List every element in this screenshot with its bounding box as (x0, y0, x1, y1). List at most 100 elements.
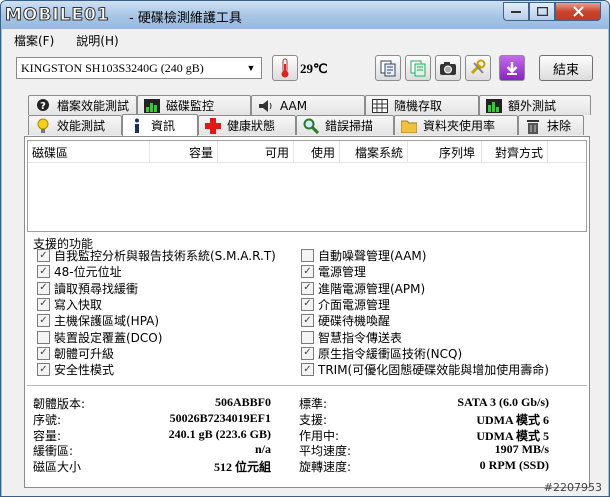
download-button[interactable] (499, 55, 525, 81)
checkmark-icon[interactable]: ✓ (301, 297, 314, 311)
checkmark-icon[interactable]: ✓ (301, 314, 314, 328)
feature-checkbox[interactable]: ✓ 48-位元位址 (37, 263, 122, 280)
checkmark-icon[interactable]: ✓ (301, 363, 314, 377)
report-icon: ? (35, 98, 51, 114)
info-panel: 磁碟區 容量 可用 使用 檔案系統 序列埠 對齊方式 支援的功能 ✓ 自我監控分析… (24, 136, 590, 488)
checkbox-empty-icon[interactable] (37, 330, 50, 344)
feature-checkbox[interactable]: 裝置設定覆蓋(DCO) (37, 329, 162, 346)
tab-extra-tests[interactable]: 額外測試 (479, 95, 591, 115)
close-button[interactable] (555, 2, 601, 21)
info-label: 序號: (33, 412, 62, 427)
column-header-label: 容量 (188, 145, 213, 160)
tab-random-access[interactable]: 隨機存取 (365, 95, 479, 115)
grid-icon (372, 98, 388, 114)
drive-select[interactable]: KINGSTON SH103S3240G (240 gB) ▼ (16, 57, 262, 79)
feature-checkbox[interactable]: ✓ 安全性模式 (37, 361, 114, 378)
column-header-filesystem[interactable]: 檔案系統 (340, 141, 408, 163)
tab-label: 健康狀態 (227, 119, 276, 133)
info-value: 0 RPM (SSD) (479, 458, 549, 473)
column-header-alignment[interactable]: 對齊方式 (482, 141, 548, 163)
temperature-button[interactable] (272, 55, 298, 81)
checkmark-icon[interactable]: ✓ (301, 346, 314, 360)
checkmark-icon[interactable]: ✓ (301, 265, 314, 279)
column-header-label: 檔案系統 (354, 145, 403, 160)
feature-checkbox[interactable]: ✓ 介面電源管理 (301, 296, 390, 313)
checkmark-icon[interactable]: ✓ (37, 297, 50, 311)
feature-checkbox[interactable]: ✓ 韌體可升級 (37, 345, 114, 362)
column-header-port[interactable]: 序列埠 (408, 141, 482, 163)
column-header-volume[interactable]: 磁碟區 (32, 141, 150, 163)
divider (27, 385, 587, 386)
app-window: MOBILE01 - 硬碟檢測維護工具 檔案(F) 說明(H) KINGSTON… (0, 0, 610, 497)
info-label: 韌體版本: (33, 397, 86, 411)
tab-folder-usage[interactable]: 資料夾使用率 (394, 115, 518, 135)
checkmark-icon[interactable]: ✓ (301, 281, 314, 295)
feature-label: 智慧指令傳送表 (318, 330, 403, 345)
feature-checkbox[interactable]: ✓ 進階電源管理(APM) (301, 280, 425, 297)
feature-checkbox[interactable]: 自動噪聲管理(AAM) (301, 247, 426, 264)
feature-checkbox[interactable]: ✓ 硬碟待機喚醒 (301, 312, 390, 329)
tab-benchmark[interactable]: 效能測試 (28, 115, 122, 135)
tab-error-scan[interactable]: 錯誤掃描 (296, 115, 394, 135)
copy-all-button[interactable] (405, 55, 431, 81)
exit-button[interactable]: 結束 (539, 55, 593, 81)
feature-checkbox[interactable]: ✓ 主機保護區域(HPA) (37, 312, 159, 329)
tab-disk-monitor[interactable]: 磁碟監控 (137, 95, 251, 115)
feature-checkbox[interactable]: 智慧指令傳送表 (301, 329, 402, 346)
info-value: SATA 3 (6.0 Gb/s) (457, 395, 549, 409)
tab-health[interactable]: 健康狀態 (198, 115, 296, 135)
features-group: 支援的功能 ✓ 自我監控分析與報告技術系統(S.M.A.R.T) ✓ 48-位元位址 ✓… (27, 235, 587, 383)
options-button[interactable] (465, 55, 491, 81)
feature-checkbox[interactable]: ✓ 寫入快取 (37, 296, 102, 313)
column-header-label: 磁碟區 (32, 145, 69, 160)
checkmark-icon[interactable]: ✓ (37, 281, 50, 295)
magnifier-icon (303, 118, 319, 134)
checkbox-empty-icon[interactable] (301, 330, 314, 344)
chart-icon (144, 98, 160, 114)
info-value: 506ABBF0 (214, 395, 271, 409)
minimize-button[interactable] (503, 2, 529, 21)
feature-checkbox[interactable]: ✓ 電源管理 (301, 263, 366, 280)
feature-checkbox[interactable]: ✓ TRIM(可優化固態硬碟效能與增加使用壽命) (301, 361, 549, 378)
logo-text: MOBILE01 (5, 5, 110, 26)
checkmark-icon[interactable]: ✓ (37, 346, 50, 360)
tab-file-benchmark[interactable]: ? 檔案效能測試 (28, 95, 137, 115)
feature-checkbox[interactable]: ✓ 自我監控分析與報告技術系統(S.M.A.R.T) (37, 247, 276, 264)
tab-label: 額外測試 (508, 99, 557, 113)
checkmark-icon[interactable]: ✓ (37, 265, 50, 279)
info-value: 512 位元組 (213, 460, 271, 475)
feature-label: 電源管理 (318, 265, 367, 280)
screenshot-button[interactable] (435, 55, 461, 81)
tab-erase[interactable]: 抹除 (518, 115, 584, 135)
feature-label: 主機保護區域(HPA) (54, 314, 160, 329)
copy-text-button[interactable] (375, 55, 401, 81)
feature-label: TRIM(可優化固態硬碟效能與增加使用壽命) (318, 363, 549, 378)
maximize-button[interactable] (529, 2, 555, 21)
info-value: 50026B7234019EF1 (169, 410, 271, 425)
feature-label: 介面電源管理 (318, 297, 391, 312)
column-header-capacity[interactable]: 容量 (150, 141, 218, 163)
tab-info[interactable]: 資訊 (122, 114, 198, 136)
drive-select-value: KINGSTON SH103S3240G (240 gB) (21, 60, 204, 75)
checkmark-icon[interactable]: ✓ (37, 249, 50, 262)
column-header-free[interactable]: 可用 (218, 141, 294, 163)
checkmark-icon[interactable]: ✓ (37, 314, 50, 328)
volume-table[interactable]: 磁碟區 容量 可用 使用 檔案系統 序列埠 對齊方式 (27, 140, 587, 232)
menu-help[interactable]: 說明(H) (72, 31, 122, 50)
feature-checkbox[interactable]: ✓ 讀取預尋找緩衝 (37, 280, 138, 297)
feature-checkbox[interactable]: ✓ 原生指令緩衝區技術(NCQ) (301, 345, 462, 362)
column-header-label: 可用 (264, 145, 289, 160)
title-bar[interactable]: MOBILE01 - 硬碟檢測維護工具 (1, 1, 609, 29)
svg-text:?: ? (40, 101, 46, 112)
info-label: 支援: (299, 412, 328, 427)
checkbox-empty-icon[interactable] (301, 249, 314, 262)
chart-icon (486, 98, 502, 114)
tab-label: 磁碟監控 (166, 99, 215, 113)
checkmark-icon[interactable]: ✓ (37, 363, 50, 377)
arrow-down-icon (506, 62, 518, 75)
column-header-used[interactable]: 使用 (294, 141, 340, 163)
close-icon (572, 6, 584, 17)
tab-aam[interactable]: AAM (251, 95, 365, 115)
info-label: 平均速度: (299, 444, 352, 459)
menu-file[interactable]: 檔案(F) (10, 31, 58, 50)
